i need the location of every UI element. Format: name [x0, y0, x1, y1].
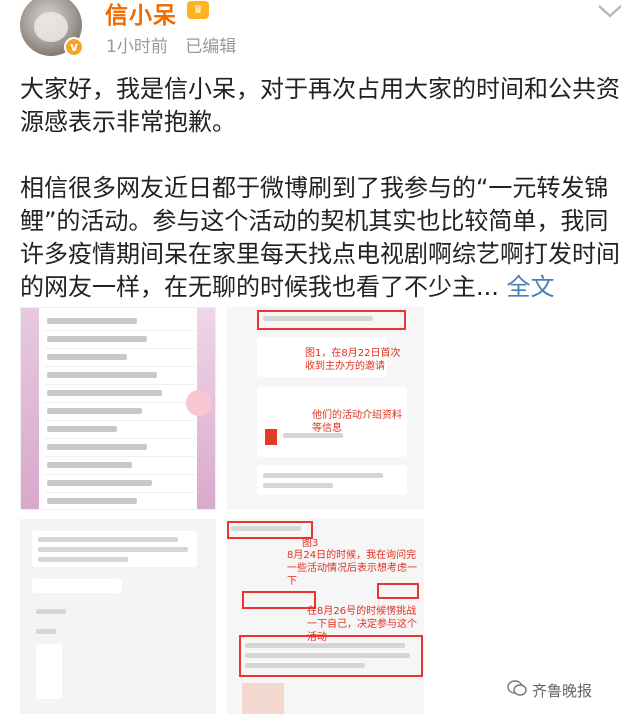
flower-decoration-icon [186, 390, 212, 416]
document-thumbnail [36, 644, 62, 699]
annotation-text: 他们的活动介绍资料等信息 [312, 410, 402, 434]
list-text [47, 408, 142, 414]
list-text [47, 318, 137, 324]
poster-thumbnail [242, 683, 284, 714]
list-text [47, 426, 117, 432]
chat-line [245, 663, 365, 668]
chat-bubble [257, 465, 407, 495]
pdf-file-icon [265, 429, 277, 445]
list-text [47, 372, 157, 378]
username[interactable]: 信小呆 [105, 0, 177, 30]
post-paragraph-1: 大家好，我是信小呆，对于再次占用大家的时间和公共资源感表示非常抱歉。 [20, 75, 620, 136]
list-divider [45, 474, 195, 475]
chat-line [36, 629, 56, 634]
list-divider [45, 348, 195, 349]
annotation-box [377, 583, 419, 599]
chat-line [38, 557, 128, 562]
post-paragraph-2: 相信很多网友近日都于微博刷到了我参与的“一元转发锦鲤”的活动。参与这个活动的契机… [20, 172, 620, 304]
list-divider [45, 384, 195, 385]
chat-line [38, 537, 178, 542]
chat-line [263, 316, 373, 321]
list-divider [45, 438, 195, 439]
image-chat-screenshot-1[interactable]: 图1，在8月22日首次收到主办方的邀请 他们的活动介绍资料等信息 [227, 307, 424, 510]
list-text [47, 444, 147, 450]
annotation-text: 图1，在8月22日首次收到主办方的邀请 [305, 348, 401, 372]
chat-line [283, 433, 343, 438]
list-divider [45, 492, 195, 493]
list-divider [45, 402, 195, 403]
list-text [47, 462, 132, 468]
list-text [47, 390, 162, 396]
list-divider [45, 366, 195, 367]
list-divider [45, 330, 195, 331]
list-text [47, 336, 147, 342]
chat-bubble [32, 579, 122, 593]
image-grid: 图1，在8月22日首次收到主办方的邀请 他们的活动介绍资料等信息 图3 8月24… [20, 307, 620, 714]
chevron-down-icon[interactable] [596, 2, 624, 20]
verified-badge-icon: v [64, 37, 84, 57]
post-header: v 信小呆 ♛ 1小时前 已编辑 [0, 0, 641, 70]
chat-line [245, 653, 410, 658]
chat-line [36, 609, 66, 614]
wechat-logo-icon [507, 680, 527, 696]
list-text [47, 498, 137, 504]
image-product-list[interactable] [20, 307, 216, 510]
source-watermark: 齐鲁晚报 [532, 682, 593, 700]
image-chat-screenshot-2[interactable] [20, 519, 216, 714]
list-text [47, 354, 127, 360]
full-text-link[interactable]: 全文 [507, 273, 555, 301]
chat-line [263, 483, 333, 488]
image-chat-screenshot-3[interactable]: 图3 8月24日的时候，我在询问完一些活动情况后表示想考虑一下 在8月26号的时… [227, 519, 424, 714]
list-divider [45, 456, 195, 457]
chat-line [231, 526, 301, 531]
chat-line [245, 643, 405, 648]
member-crown-icon: ♛ [187, 1, 209, 19]
post-meta: 1小时前 已编辑 [106, 32, 248, 57]
chat-line [38, 547, 188, 552]
edited-label[interactable]: 已编辑 [185, 37, 236, 57]
post-time: 1小时前 [106, 37, 168, 57]
annotation-box [242, 591, 316, 609]
chat-line [263, 473, 383, 478]
list-divider [45, 420, 195, 421]
list-text [47, 480, 152, 486]
pink-border-left [21, 308, 39, 509]
